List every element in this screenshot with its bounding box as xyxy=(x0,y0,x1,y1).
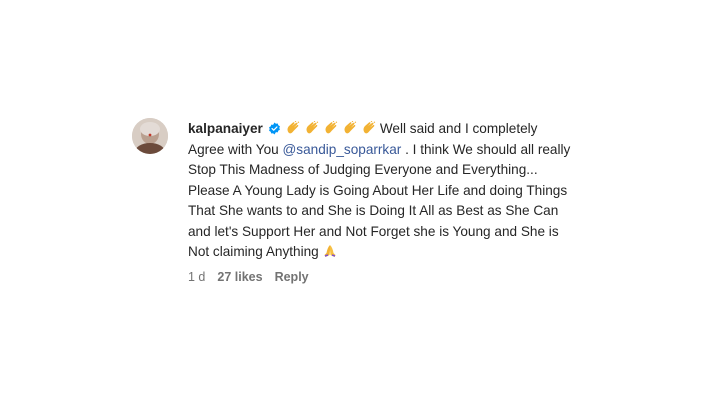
verified-badge-icon xyxy=(268,121,281,135)
folded-hands-emoji-icon xyxy=(322,244,338,258)
clapping-hands-icon xyxy=(342,120,358,135)
clapping-hands-icon xyxy=(304,120,320,135)
clapping-hands-icon xyxy=(361,120,377,135)
comment-time: 1 d xyxy=(188,269,206,284)
avatar[interactable] xyxy=(132,118,168,154)
clapping-hands-emoji-group xyxy=(285,120,380,136)
mention-link[interactable]: @sandip_soparrkar xyxy=(282,142,401,157)
comment-meta: 1 d 27 likes Reply xyxy=(188,270,572,284)
reply-button[interactable]: Reply xyxy=(275,270,309,284)
clapping-hands-icon xyxy=(285,120,301,135)
comment-body: kalpanaiyer Well said and I completely A… xyxy=(188,118,572,284)
comment: kalpanaiyer Well said and I completely A… xyxy=(132,118,572,284)
likes-count[interactable]: 27 likes xyxy=(217,270,262,284)
comment-text: kalpanaiyer Well said and I completely A… xyxy=(188,118,572,263)
comment-text-part2: . I think We should all really Stop This… xyxy=(188,141,571,260)
username[interactable]: kalpanaiyer xyxy=(188,121,263,136)
clapping-hands-icon xyxy=(323,120,339,135)
